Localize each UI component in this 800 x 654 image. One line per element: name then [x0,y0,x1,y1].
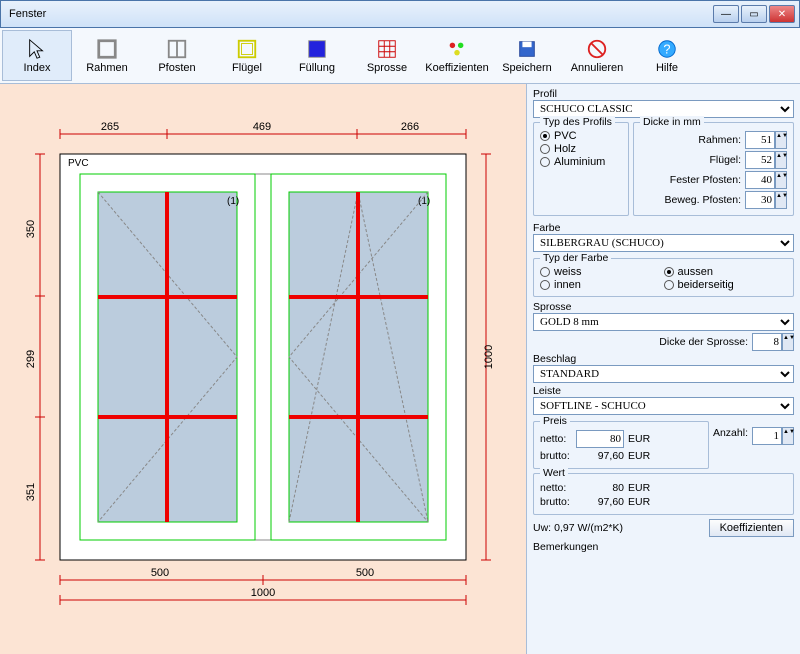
sprosse-select[interactable]: GOLD 8 mm [533,313,794,331]
toolbar: Index Rahmen Pfosten Flügel Füllung Spro… [0,28,800,84]
preis-brutto-value: 97,60 [576,450,624,462]
tool-label: Flügel [232,62,262,74]
beschlag-label: Beschlag [533,353,794,365]
radio-weiss[interactable]: weiss [540,266,664,278]
radio-aluminium[interactable]: Aluminium [540,156,622,168]
tool-label: Annulieren [571,62,624,74]
sash-icon [236,38,258,60]
typ-farbe-legend: Typ der Farbe [540,252,611,264]
dicke-mm-legend: Dicke in mm [640,116,704,128]
tool-label: Sprosse [367,62,407,74]
window-title: Fenster [5,8,713,20]
tool-label: Speichern [502,62,552,74]
coeff-icon [446,38,468,60]
maximize-button[interactable]: ▭ [741,5,767,23]
svg-text:(1): (1) [227,196,239,207]
svg-text:1000: 1000 [483,345,495,369]
radio-beiderseitig[interactable]: beiderseitig [664,279,788,291]
beschlag-select[interactable]: STANDARD [533,365,794,383]
tool-fuellung[interactable]: Füllung [282,30,352,81]
svg-text:350: 350 [25,220,37,238]
tool-label: Koeffizienten [425,62,488,74]
typ-profils-legend: Typ des Profils [540,116,615,128]
save-icon [516,38,538,60]
leiste-select[interactable]: SOFTLINE - SCHUCO [533,397,794,415]
tool-label: Hilfe [656,62,678,74]
farbe-select[interactable]: SILBERGRAU (SCHUCO) [533,234,794,252]
drawing-canvas[interactable]: 265 469 266 350 299 351 1000 500 500 100… [0,84,526,654]
tool-speichern[interactable]: Speichern [492,30,562,81]
svg-text:266: 266 [401,121,419,133]
tool-fluegel[interactable]: Flügel [212,30,282,81]
svg-text:500: 500 [151,567,169,579]
svg-text:299: 299 [25,350,37,368]
uw-value: 0,97 W/(m2*K) [554,522,623,534]
tool-pfosten[interactable]: Pfosten [142,30,212,81]
fester-spinner[interactable] [745,171,775,189]
cursor-icon [26,38,48,60]
titlebar: Fenster — ▭ ✕ [0,0,800,28]
tool-label: Füllung [299,62,335,74]
beweg-spinner[interactable] [745,191,775,209]
anzahl-spinner[interactable] [752,427,782,445]
wert-legend: Wert [540,467,568,479]
svg-text:1000: 1000 [251,587,275,599]
svg-text:265: 265 [101,121,119,133]
tool-rahmen[interactable]: Rahmen [72,30,142,81]
svg-text:469: 469 [253,121,271,133]
tool-koeffizienten[interactable]: Koeffizienten [422,30,492,81]
fill-icon [306,38,328,60]
svg-text:PVC: PVC [68,158,89,169]
wert-brutto-value: 97,60 [576,496,624,508]
sprosse-label: Sprosse [533,301,794,313]
preis-netto-input[interactable] [576,430,624,448]
frame-icon [96,38,118,60]
help-icon: ? [656,38,678,60]
wert-netto-value: 80 [576,482,624,494]
svg-text:?: ? [663,41,670,56]
svg-text:351: 351 [25,483,37,501]
minimize-button[interactable]: — [713,5,739,23]
profil-label: Profil [533,88,794,100]
tool-index[interactable]: Index [2,30,72,81]
radio-pvc[interactable]: PVC [540,130,622,142]
tool-annulieren[interactable]: Annulieren [562,30,632,81]
tool-label: Index [24,62,51,74]
tool-hilfe[interactable]: ? Hilfe [632,30,702,81]
tool-sprosse[interactable]: Sprosse [352,30,422,81]
spin-buttons[interactable]: ▲▼ [775,131,787,149]
radio-innen[interactable]: innen [540,279,664,291]
preis-legend: Preis [540,415,570,427]
tool-label: Rahmen [86,62,128,74]
window-drawing: 265 469 266 350 299 351 1000 500 500 100… [20,114,506,644]
koeffizienten-button[interactable]: Koeffizienten [709,519,794,537]
mullion-icon [166,38,188,60]
leiste-label: Leiste [533,385,794,397]
bemerkungen-label: Bemerkungen [533,541,794,553]
radio-aussen[interactable]: aussen [664,266,788,278]
properties-panel: Profil SCHUCO CLASSIC Typ des Profils PV… [526,84,800,654]
radio-holz[interactable]: Holz [540,143,622,155]
grid-icon [376,38,398,60]
tool-label: Pfosten [158,62,195,74]
fluegel-spinner[interactable] [745,151,775,169]
close-button[interactable]: ✕ [769,5,795,23]
farbe-label: Farbe [533,222,794,234]
rahmen-spinner[interactable] [745,131,775,149]
cancel-icon [586,38,608,60]
svg-text:500: 500 [356,567,374,579]
dicke-sprosse-spinner[interactable] [752,333,782,351]
